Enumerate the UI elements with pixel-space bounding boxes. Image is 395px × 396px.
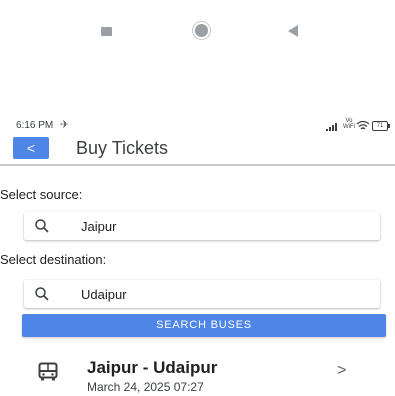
chevron-right-icon[interactable]: > xyxy=(337,362,346,380)
vowifi-icon: Vo WiFi xyxy=(343,118,355,130)
home-icon[interactable] xyxy=(195,24,208,37)
source-field[interactable] xyxy=(24,212,380,240)
status-time: 6:16 PM xyxy=(16,120,54,131)
signal-strength-icon xyxy=(326,123,342,131)
source-input[interactable] xyxy=(81,217,361,235)
destination-field[interactable] xyxy=(24,280,380,308)
source-label: Select source: xyxy=(0,187,83,202)
route-datetime: March 24, 2025 07:27 xyxy=(87,380,204,394)
destination-label: Select destination: xyxy=(0,252,107,267)
search-icon xyxy=(35,287,49,301)
recent-apps-icon[interactable] xyxy=(101,27,112,36)
system-back-icon[interactable] xyxy=(288,25,298,37)
list-item[interactable]: Jaipur - Udaipur March 24, 2025 07:27 > xyxy=(0,350,395,396)
wifi-icon xyxy=(356,120,370,130)
system-navigation-bar xyxy=(0,0,395,64)
app-bar: < Buy Tickets xyxy=(0,134,395,166)
search-icon xyxy=(35,219,49,233)
airplane-mode-icon: ✈ xyxy=(60,119,70,131)
bus-icon xyxy=(38,362,58,381)
status-bar: 6:16 PM ✈ Vo WiFi 71 xyxy=(0,118,395,134)
back-button[interactable]: < xyxy=(13,137,49,159)
battery-icon: 71 xyxy=(372,121,390,131)
search-buses-button[interactable]: SEARCH BUSES xyxy=(22,314,386,337)
route-title: Jaipur - Udaipur xyxy=(87,358,218,377)
destination-input[interactable] xyxy=(81,285,361,303)
page-title: Buy Tickets xyxy=(76,138,169,158)
